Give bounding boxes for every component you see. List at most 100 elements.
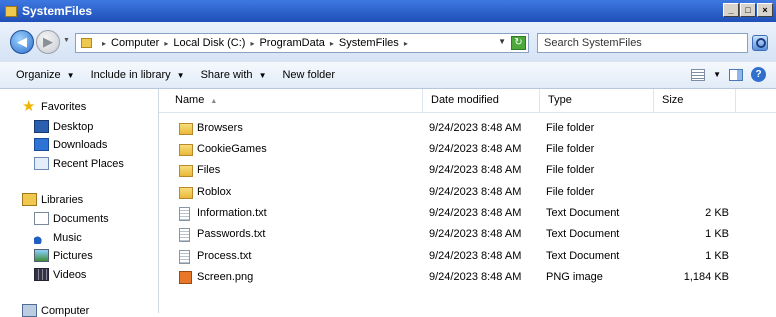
close-button[interactable]: × [757, 3, 773, 17]
new-folder-button[interactable]: New folder [282, 69, 335, 81]
share-with-button[interactable]: Share with ▼ [201, 69, 267, 81]
file-name-cell: Files [179, 160, 220, 181]
nav-item-label: Recent Places [53, 157, 124, 170]
title-bar[interactable]: SystemFiles _ □ × [0, 0, 776, 22]
column-header-type[interactable]: Type [540, 89, 654, 112]
view-controls: ▼ ? [691, 67, 766, 82]
file-date: 9/24/2023 8:48 AM [429, 207, 522, 219]
file-date: 9/24/2023 8:48 AM [429, 164, 522, 176]
breadcrumb: ▸ Computer ▸ Local Disk (C:) ▸ ProgramDa… [97, 37, 413, 49]
nav-item-downloads[interactable]: Downloads [34, 138, 107, 151]
file-name-cell: Browsers [179, 118, 243, 139]
column-header-label: Size [662, 94, 684, 106]
folder-icon [179, 164, 193, 177]
folder-icon [5, 5, 17, 17]
forward-button[interactable]: ▶ [36, 30, 60, 54]
help-icon[interactable]: ? [751, 67, 766, 82]
file-type: Text Document [546, 228, 620, 240]
table-row[interactable]: Information.txt 9/24/2023 8:48 AM Text D… [159, 203, 776, 224]
address-bar[interactable]: ▸ Computer ▸ Local Disk (C:) ▸ ProgramDa… [75, 33, 529, 53]
nav-item-pictures[interactable]: Pictures [34, 249, 93, 262]
text-file-icon [179, 206, 190, 221]
file-name: Browsers [197, 122, 243, 134]
file-name-cell: Information.txt [179, 203, 267, 224]
search-icon[interactable] [752, 35, 768, 51]
search-input[interactable]: Search SystemFiles [537, 33, 748, 53]
nav-item-music[interactable]: Music [34, 231, 82, 244]
breadcrumb-computer[interactable]: Computer [111, 37, 159, 49]
folder-icon [179, 122, 193, 135]
image-file-icon [179, 271, 192, 284]
chevron-right-icon[interactable]: ▸ [250, 39, 254, 48]
file-size [659, 118, 729, 139]
chevron-right-icon[interactable]: ▸ [164, 39, 168, 48]
maximize-button[interactable]: □ [740, 3, 756, 17]
file-date: 9/24/2023 8:48 AM [429, 186, 522, 198]
file-type: Text Document [546, 250, 620, 262]
nav-item-label: Pictures [53, 249, 93, 262]
libraries-icon [22, 193, 37, 206]
include-in-library-button[interactable]: Include in library ▼ [91, 69, 185, 81]
chevron-right-icon[interactable]: ▸ [404, 39, 408, 48]
file-name-cell: Screen.png [179, 267, 253, 288]
nav-favorites[interactable]: ★ Favorites [22, 98, 86, 115]
pictures-icon [34, 249, 49, 262]
column-header-label: Name [175, 94, 205, 106]
nav-item-label: Music [53, 231, 82, 244]
file-name: CookieGames [197, 143, 267, 155]
change-view-icon[interactable] [691, 68, 706, 81]
file-date: 9/24/2023 8:48 AM [429, 122, 522, 134]
view-dropdown-icon[interactable]: ▼ [713, 70, 721, 79]
preview-pane-icon[interactable] [729, 68, 743, 81]
nav-item-label: Documents [53, 212, 109, 225]
back-button[interactable]: ◀ [10, 30, 34, 54]
table-row[interactable]: CookieGames 9/24/2023 8:48 AM File folde… [159, 139, 776, 160]
address-row: ◀ ▶ ▼ ▸ Computer ▸ Local Disk (C:) ▸ Pro… [0, 22, 776, 62]
window-controls: _ □ × [723, 3, 773, 17]
chevron-right-icon[interactable]: ▸ [102, 39, 106, 48]
nav-item-videos[interactable]: Videos [34, 268, 86, 281]
column-header-name[interactable]: Name ▲ [167, 89, 423, 112]
file-name: Screen.png [197, 271, 254, 283]
file-type: PNG image [546, 271, 603, 283]
breadcrumb-local-disk[interactable]: Local Disk (C:) [173, 37, 245, 49]
breadcrumb-systemfiles[interactable]: SystemFiles [339, 37, 399, 49]
file-name-cell: CookieGames [179, 139, 267, 160]
table-row[interactable]: Passwords.txt 9/24/2023 8:48 AM Text Doc… [159, 224, 776, 245]
address-dropdown[interactable]: ▼ [498, 37, 506, 46]
column-header-date[interactable]: Date modified [423, 89, 540, 112]
folder-icon [81, 38, 92, 48]
folder-icon [179, 186, 193, 199]
column-header-size[interactable]: Size [654, 89, 736, 112]
file-list: Name ▲ Date modified Type Size Browsers 9… [159, 89, 776, 313]
chevron-right-icon[interactable]: ▸ [330, 39, 334, 48]
nav-computer-label: Computer [41, 304, 90, 317]
nav-item-recent-places[interactable]: Recent Places [34, 157, 124, 170]
file-size: 1,184 KB [683, 271, 729, 283]
text-file-icon [179, 227, 190, 242]
breadcrumb-programdata[interactable]: ProgramData [259, 37, 324, 49]
share-with-label: Share with [200, 69, 253, 81]
table-row[interactable]: Files 9/24/2023 8:48 AM File folder [159, 160, 776, 181]
recent-locations-dropdown[interactable]: ▼ [63, 37, 70, 44]
file-name: Files [197, 164, 221, 176]
table-row[interactable]: Browsers 9/24/2023 8:48 AM File folder [159, 118, 776, 139]
column-headers: Name ▲ Date modified Type Size [159, 89, 776, 113]
file-size [659, 160, 729, 181]
table-row[interactable]: Roblox 9/24/2023 8:48 AM File folder [159, 182, 776, 203]
nav-computer[interactable]: Computer [22, 304, 89, 317]
table-row[interactable]: Process.txt 9/24/2023 8:48 AM Text Docum… [159, 246, 776, 267]
refresh-button[interactable]: ↻ [511, 36, 526, 50]
text-file-icon [179, 249, 190, 264]
minimize-button[interactable]: _ [723, 3, 739, 17]
file-size: 1 KB [705, 250, 729, 262]
documents-icon [34, 212, 49, 225]
star-icon: ★ [22, 98, 36, 115]
organize-button[interactable]: Organize ▼ [16, 69, 75, 81]
nav-libraries[interactable]: Libraries [22, 193, 83, 206]
table-row[interactable]: Screen.png 9/24/2023 8:48 AM PNG image 1… [159, 267, 776, 288]
file-date: 9/24/2023 8:48 AM [429, 143, 522, 155]
nav-item-documents[interactable]: Documents [34, 212, 109, 225]
file-type: Text Document [546, 207, 620, 219]
nav-item-desktop[interactable]: Desktop [34, 120, 93, 133]
